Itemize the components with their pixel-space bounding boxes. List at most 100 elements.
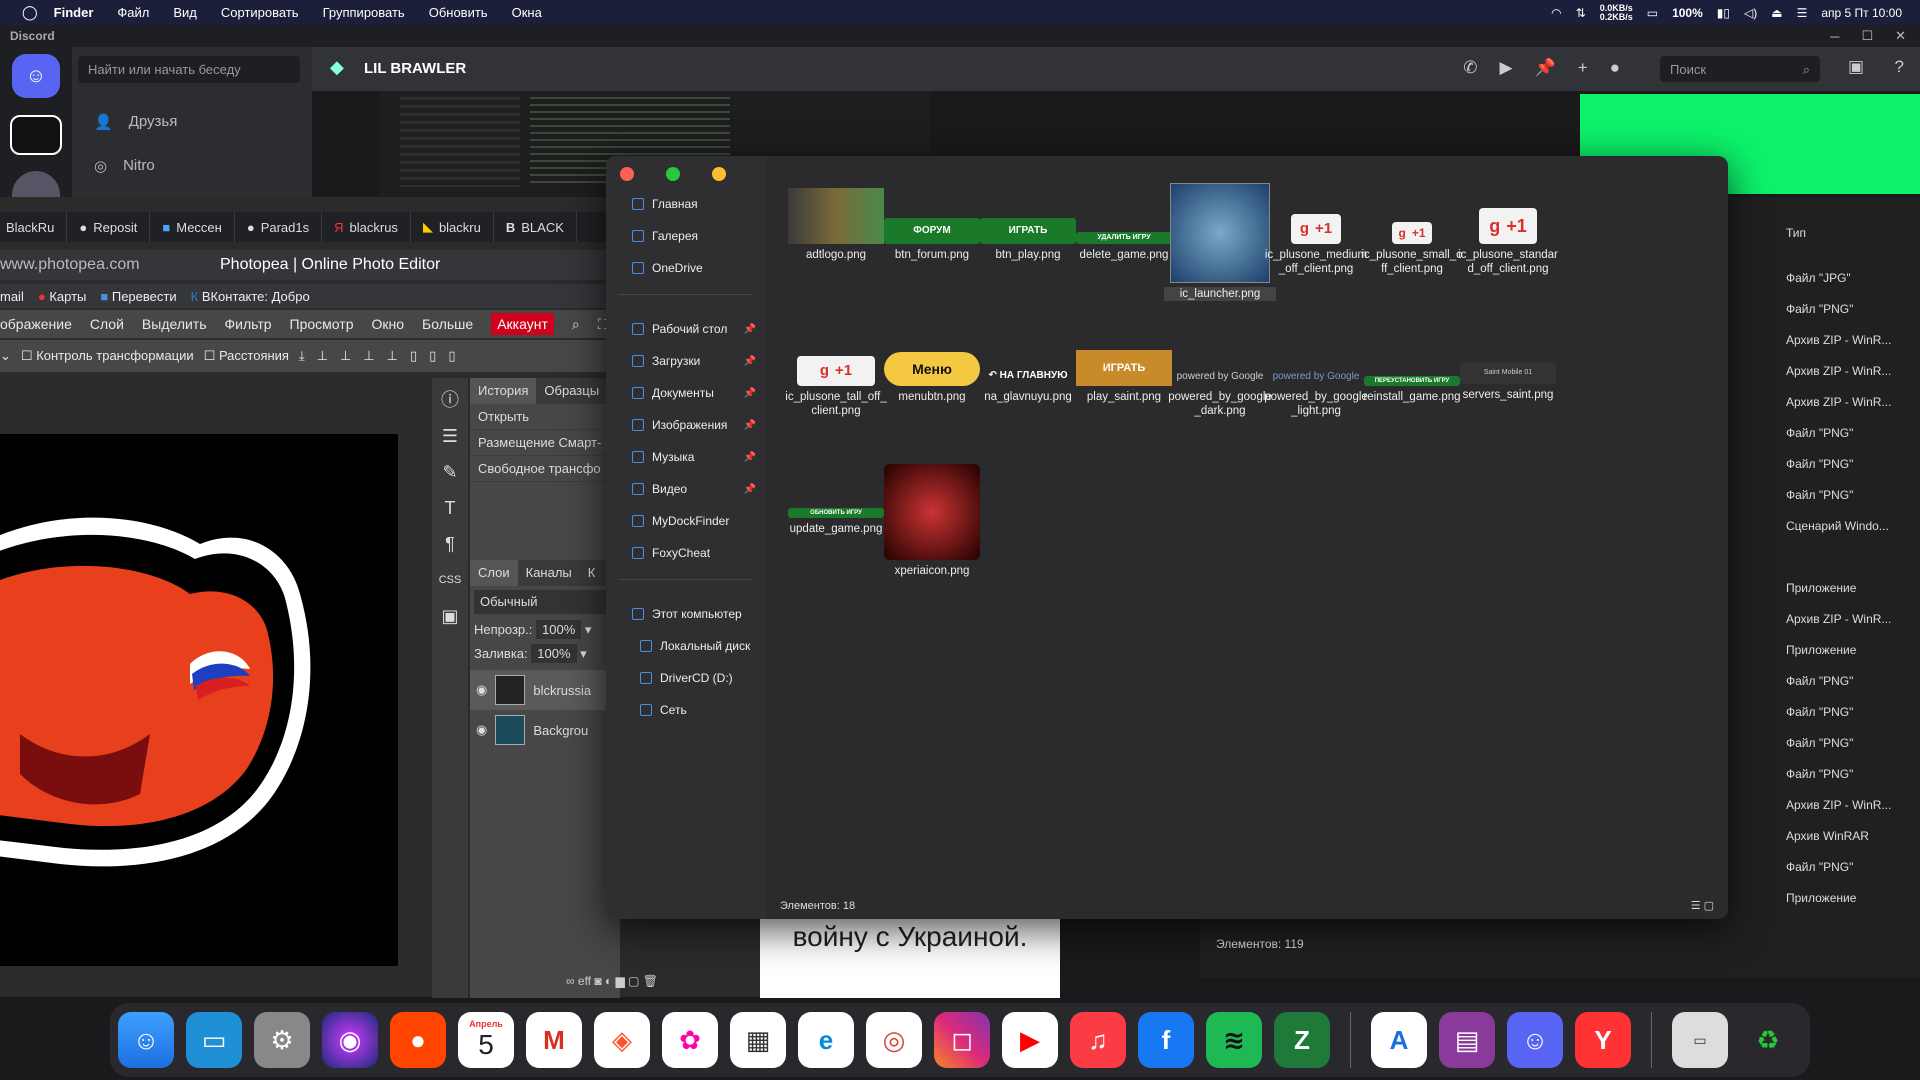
fill-input[interactable]: 100% bbox=[531, 644, 577, 663]
winrar-icon[interactable]: ▤ bbox=[1439, 1012, 1495, 1068]
address-bar[interactable]: www.photopea.com Photopea | Online Photo… bbox=[0, 250, 620, 280]
css-icon[interactable]: CSS bbox=[432, 562, 468, 598]
align-icons[interactable]: ⤓⊥⊥⊥⊥▯▯▯ bbox=[299, 348, 468, 364]
layer-row[interactable]: ◉ blckrussia bbox=[470, 670, 620, 710]
chevron-down-icon[interactable]: ⌄ bbox=[0, 348, 11, 364]
paragraph-icon[interactable]: ¶ bbox=[432, 526, 468, 562]
pp-menu-layer[interactable]: Слой bbox=[90, 316, 124, 332]
eye-icon[interactable]: ◉ bbox=[476, 722, 487, 738]
eye-icon[interactable]: ◉ bbox=[476, 682, 487, 698]
video-icon[interactable]: ▶ bbox=[1500, 58, 1513, 78]
file-item[interactable]: Saint Mobile 01 servers_saint.png bbox=[1452, 334, 1564, 402]
pin-icon[interactable]: 📌 bbox=[744, 356, 756, 367]
settings-icon[interactable]: ⚙ bbox=[254, 1012, 310, 1068]
pin-icon[interactable]: 📌 bbox=[744, 324, 756, 335]
image-icon[interactable]: ▣ bbox=[432, 598, 468, 634]
sidebar-item[interactable]: Загрузки 📌 bbox=[606, 345, 766, 377]
display-icon[interactable]: ▭ bbox=[1647, 6, 1658, 20]
instagram-icon[interactable]: ◻ bbox=[934, 1012, 990, 1068]
menu-refresh[interactable]: Обновить bbox=[429, 5, 488, 20]
sidebar-item[interactable]: DriverCD (D:) bbox=[606, 662, 766, 694]
help-icon[interactable]: ? bbox=[1895, 57, 1904, 77]
file-item[interactable]: g +1 ic_plusone_standard_off_client.png bbox=[1452, 188, 1564, 276]
reddit-icon[interactable]: ● bbox=[390, 1012, 446, 1068]
url[interactable]: www.photopea.com bbox=[0, 256, 210, 274]
spotify-icon[interactable]: ≋ bbox=[1206, 1012, 1262, 1068]
tab-channels[interactable]: Каналы bbox=[518, 560, 580, 586]
sidebar-item[interactable]: Главная bbox=[606, 188, 766, 220]
sidebar-item[interactable]: Сеть bbox=[606, 694, 766, 726]
pp-menu-view[interactable]: Просмотр bbox=[290, 316, 354, 332]
sidebar-item[interactable]: Видео 📌 bbox=[606, 473, 766, 505]
photos-folder-icon[interactable]: ▭ bbox=[186, 1012, 242, 1068]
menu-group[interactable]: Группировать bbox=[323, 5, 405, 20]
tab[interactable]: ◣ blackru bbox=[411, 212, 494, 242]
tab[interactable]: BlackRu bbox=[0, 212, 68, 242]
tab-paths[interactable]: К bbox=[580, 560, 604, 586]
sidebar-item[interactable]: Локальный диск bbox=[606, 630, 766, 662]
add-user-icon[interactable]: + bbox=[1578, 58, 1588, 78]
discord-home-icon[interactable]: ☺ bbox=[12, 54, 60, 98]
file-item[interactable]: xperiaicon.png bbox=[876, 464, 988, 578]
window-preview-icon[interactable]: ▭ bbox=[1672, 1012, 1728, 1068]
profile-icon[interactable]: ● bbox=[1610, 58, 1620, 78]
sidebar-item[interactable]: Этот компьютер bbox=[606, 598, 766, 630]
sidebar-item[interactable]: OneDrive bbox=[606, 252, 766, 284]
calendar-icon[interactable]: Апрель 5 bbox=[458, 1012, 514, 1068]
app-store-icon[interactable]: A bbox=[1371, 1012, 1427, 1068]
photos-icon[interactable]: ✿ bbox=[662, 1012, 718, 1068]
history-item[interactable]: Открыть bbox=[470, 404, 620, 430]
maximize-icon[interactable]: ☐ bbox=[1861, 28, 1873, 44]
search-icon[interactable]: ⌕ bbox=[572, 316, 580, 333]
chrome-icon[interactable]: ◎ bbox=[866, 1012, 922, 1068]
brush-icon[interactable]: ✎ bbox=[432, 454, 468, 490]
apple-logo-icon[interactable]: ◯ bbox=[22, 4, 38, 21]
discord-search-input[interactable]: Найти или начать беседу bbox=[78, 56, 300, 83]
trash-icon[interactable]: ♻ bbox=[1740, 1012, 1796, 1068]
tab-layers[interactable]: Слои bbox=[470, 560, 518, 586]
pin-icon[interactable]: 📌 bbox=[744, 388, 756, 399]
pp-menu-image[interactable]: ображение bbox=[0, 316, 72, 332]
discord-icon[interactable]: ☺ bbox=[1507, 1012, 1563, 1068]
tab[interactable]: ■ Мессен bbox=[150, 212, 235, 242]
battery-icon[interactable]: ▮▯ bbox=[1717, 6, 1730, 20]
blend-mode-select[interactable]: Обычный bbox=[474, 590, 616, 614]
tab[interactable]: Яblackrus bbox=[322, 212, 411, 242]
bookmark[interactable]: ■ Перевести bbox=[100, 289, 176, 304]
tab-history[interactable]: История bbox=[470, 378, 537, 404]
friends-item[interactable]: 👤 Друзья bbox=[94, 113, 177, 131]
sidebar-item[interactable]: Музыка 📌 bbox=[606, 441, 766, 473]
text-icon[interactable]: T bbox=[432, 490, 468, 526]
account-button[interactable]: Аккаунт bbox=[491, 313, 554, 335]
pp-menu-filter[interactable]: Фильтр bbox=[225, 316, 272, 332]
menu-windows[interactable]: Окна bbox=[512, 5, 542, 20]
facebook-icon[interactable]: f bbox=[1138, 1012, 1194, 1068]
history-item[interactable]: Свободное трансфо bbox=[470, 456, 620, 482]
datetime[interactable]: апр 5 Пт 10:00 bbox=[1821, 6, 1902, 20]
minimize-icon[interactable]: ─ bbox=[1830, 29, 1839, 44]
server-icon[interactable] bbox=[12, 171, 60, 197]
pp-menu-window[interactable]: Окно bbox=[371, 316, 404, 332]
adjust-icon[interactable]: ☰ bbox=[432, 418, 468, 454]
menu-app-name[interactable]: Finder bbox=[54, 5, 94, 20]
transform-checkbox[interactable]: ☐ Контроль трансформации bbox=[21, 348, 194, 364]
music-icon[interactable]: ♫ bbox=[1070, 1012, 1126, 1068]
volume-icon[interactable]: ◁) bbox=[1744, 6, 1757, 20]
server-icon[interactable] bbox=[10, 115, 62, 155]
yandex-browser-icon[interactable]: Y bbox=[1575, 1012, 1631, 1068]
pin-icon[interactable]: 📌 bbox=[1535, 58, 1556, 78]
channel-search-input[interactable]: Поиск ⌕ bbox=[1660, 56, 1820, 82]
photopea-canvas[interactable] bbox=[0, 434, 398, 966]
layer-actions[interactable]: ∞ eff ◙ ◐ ▆ ▢ 🗑 bbox=[566, 974, 658, 988]
launchpad-icon[interactable]: ▦ bbox=[730, 1012, 786, 1068]
siri-icon[interactable]: ◉ bbox=[322, 1012, 378, 1068]
tab[interactable]: ● Reposit bbox=[67, 212, 151, 242]
column-type[interactable]: Тип bbox=[1786, 226, 1806, 240]
menu-file[interactable]: Файл bbox=[117, 5, 149, 20]
close-button[interactable] bbox=[620, 167, 634, 181]
sidebar-item[interactable]: Изображения 📌 bbox=[606, 409, 766, 441]
tab-swatches[interactable]: Образцы bbox=[536, 378, 607, 404]
info-icon[interactable]: ⓘ bbox=[432, 382, 468, 418]
sidebar-item[interactable]: Рабочий стол 📌 bbox=[606, 313, 766, 345]
sidebar-item[interactable]: FoxyCheat bbox=[606, 537, 766, 569]
